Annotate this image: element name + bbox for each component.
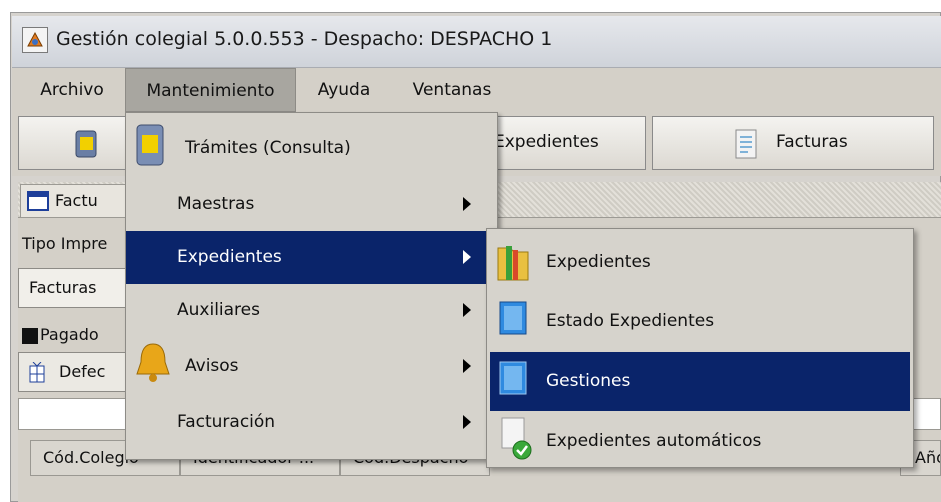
window-icon	[499, 301, 527, 335]
menu-item-avisos-label: Avisos	[185, 356, 239, 376]
tramites-icon	[136, 124, 164, 166]
toolbar-tramites-button[interactable]	[18, 116, 138, 170]
window-icon	[499, 361, 527, 395]
tipo-impresion-select[interactable]: Facturas	[18, 268, 128, 308]
menu-archivo[interactable]: Archivo	[24, 68, 120, 112]
menu-ventanas[interactable]: Ventanas	[396, 68, 508, 112]
defecto-button[interactable]: Defec	[18, 352, 128, 392]
submenu-item-expedientes-automaticos-label: Expedientes automáticos	[546, 431, 762, 451]
window-small-icon	[27, 191, 49, 211]
submenu-item-expedientes-label: Expedientes	[546, 252, 651, 272]
window-title: Gestión colegial 5.0.0.553 - Despacho: D…	[56, 28, 553, 50]
defecto-label: Defec	[59, 362, 106, 381]
folder-icon	[497, 246, 529, 281]
tab-facturas-label: Factu	[55, 191, 98, 210]
submenu-arrow-icon	[463, 359, 471, 373]
pagado-label: Pagado	[40, 325, 99, 344]
menu-ayuda[interactable]: Ayuda	[302, 68, 386, 112]
pagado-checkbox[interactable]	[22, 328, 38, 344]
tipo-impresion-value: Facturas	[29, 278, 97, 297]
menu-item-expedientes-label: Expedientes	[177, 247, 282, 267]
submenu-arrow-icon	[463, 197, 471, 211]
document-check-icon	[501, 417, 532, 460]
menu-item-tramites-label: Trámites (Consulta)	[185, 138, 351, 158]
submenu-arrow-icon	[463, 250, 471, 264]
submenu-arrow-icon	[463, 303, 471, 317]
menu-item-maestras-label: Maestras	[177, 194, 255, 214]
submenu-item-gestiones-label: Gestiones	[546, 371, 631, 391]
submenu-arrow-icon	[463, 415, 471, 429]
tramites-icon	[75, 130, 97, 158]
menu-item-auxiliares-label: Auxiliares	[177, 300, 260, 320]
app-icon	[22, 27, 48, 53]
submenu-item-estado-expedientes-label: Estado Expedientes	[546, 311, 715, 331]
invoice-icon	[735, 129, 757, 159]
toolbar-expedientes-label: Expedientes	[494, 132, 599, 152]
document-grid-icon	[29, 362, 45, 383]
menu-mantenimiento[interactable]: Mantenimiento	[125, 68, 296, 112]
menu-item-avisos[interactable]	[126, 337, 497, 390]
tab-facturas[interactable]: Factu	[20, 184, 130, 218]
tipo-impresion-label: Tipo Impre	[22, 234, 108, 253]
toolbar-facturas-label: Facturas	[776, 132, 848, 152]
bell-icon	[136, 343, 170, 382]
menu-item-facturacion-label: Facturación	[177, 412, 276, 432]
